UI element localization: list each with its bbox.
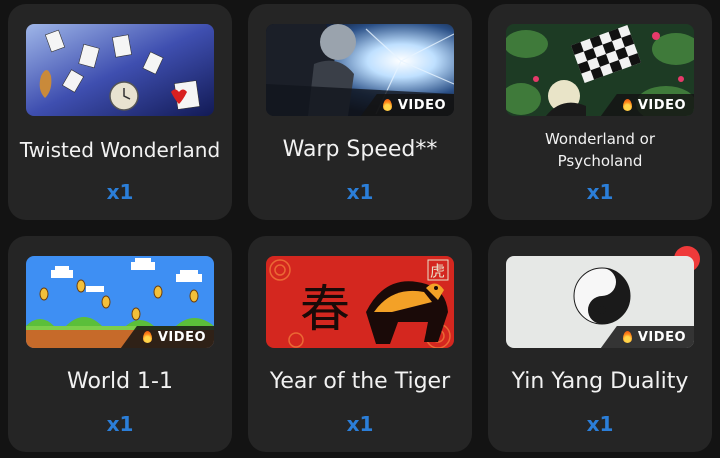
card-quantity: x1	[106, 180, 134, 204]
card-twisted-wonderland[interactable]: Twisted Wonderland x1	[8, 4, 232, 220]
card-yin-yang-duality[interactable]: VIDEO Yin Yang Duality x1	[488, 236, 712, 452]
card-quantity: x1	[586, 412, 614, 436]
thumbnail-twisted-wonderland	[26, 24, 214, 116]
video-badge: VIDEO	[120, 326, 214, 348]
card-title: Year of the Tiger	[269, 368, 451, 394]
thumbnail-warp-speed: VIDEO	[266, 24, 454, 116]
card-title: Wonderland or Psycholand	[544, 129, 656, 171]
video-badge-label: VIDEO	[637, 329, 686, 345]
fire-icon	[622, 99, 632, 111]
tiger-thumbnail-stamp: 虎	[430, 262, 445, 280]
thumbnail-wonderland-or-psycholand: VIDEO	[506, 24, 694, 116]
fire-icon	[382, 99, 392, 111]
tiger-thumbnail-character: 春	[300, 280, 350, 338]
card-quantity: x1	[106, 412, 134, 436]
card-title: World 1-1	[67, 368, 173, 394]
video-badge: VIDEO	[360, 94, 454, 116]
video-badge-label: VIDEO	[157, 329, 206, 345]
video-badge: VIDEO	[600, 94, 694, 116]
card-warp-speed[interactable]: VIDEO Warp Speed** x1	[248, 4, 472, 220]
card-year-of-the-tiger[interactable]: 春 虎 Year of the Tiger x1	[248, 236, 472, 452]
video-badge: VIDEO	[600, 326, 694, 348]
card-title: Twisted Wonderland	[19, 138, 221, 162]
card-world-1-1[interactable]: VIDEO World 1-1 x1	[8, 236, 232, 452]
video-badge-label: VIDEO	[397, 97, 446, 113]
card-title: Yin Yang Duality	[511, 368, 689, 394]
thumbnail-year-of-the-tiger: 春 虎	[266, 256, 454, 348]
thumbnail-yin-yang-duality: VIDEO	[506, 256, 694, 348]
card-quantity: x1	[346, 180, 374, 204]
thumbnail-world-1-1: VIDEO	[26, 256, 214, 348]
card-title: Warp Speed**	[282, 136, 438, 162]
card-quantity: x1	[346, 412, 374, 436]
fire-icon	[142, 331, 152, 343]
video-badge-label: VIDEO	[637, 97, 686, 113]
fire-icon	[622, 331, 632, 343]
card-quantity: x1	[586, 180, 614, 204]
card-wonderland-or-psycholand[interactable]: VIDEO Wonderland or Psycholand x1	[488, 4, 712, 220]
